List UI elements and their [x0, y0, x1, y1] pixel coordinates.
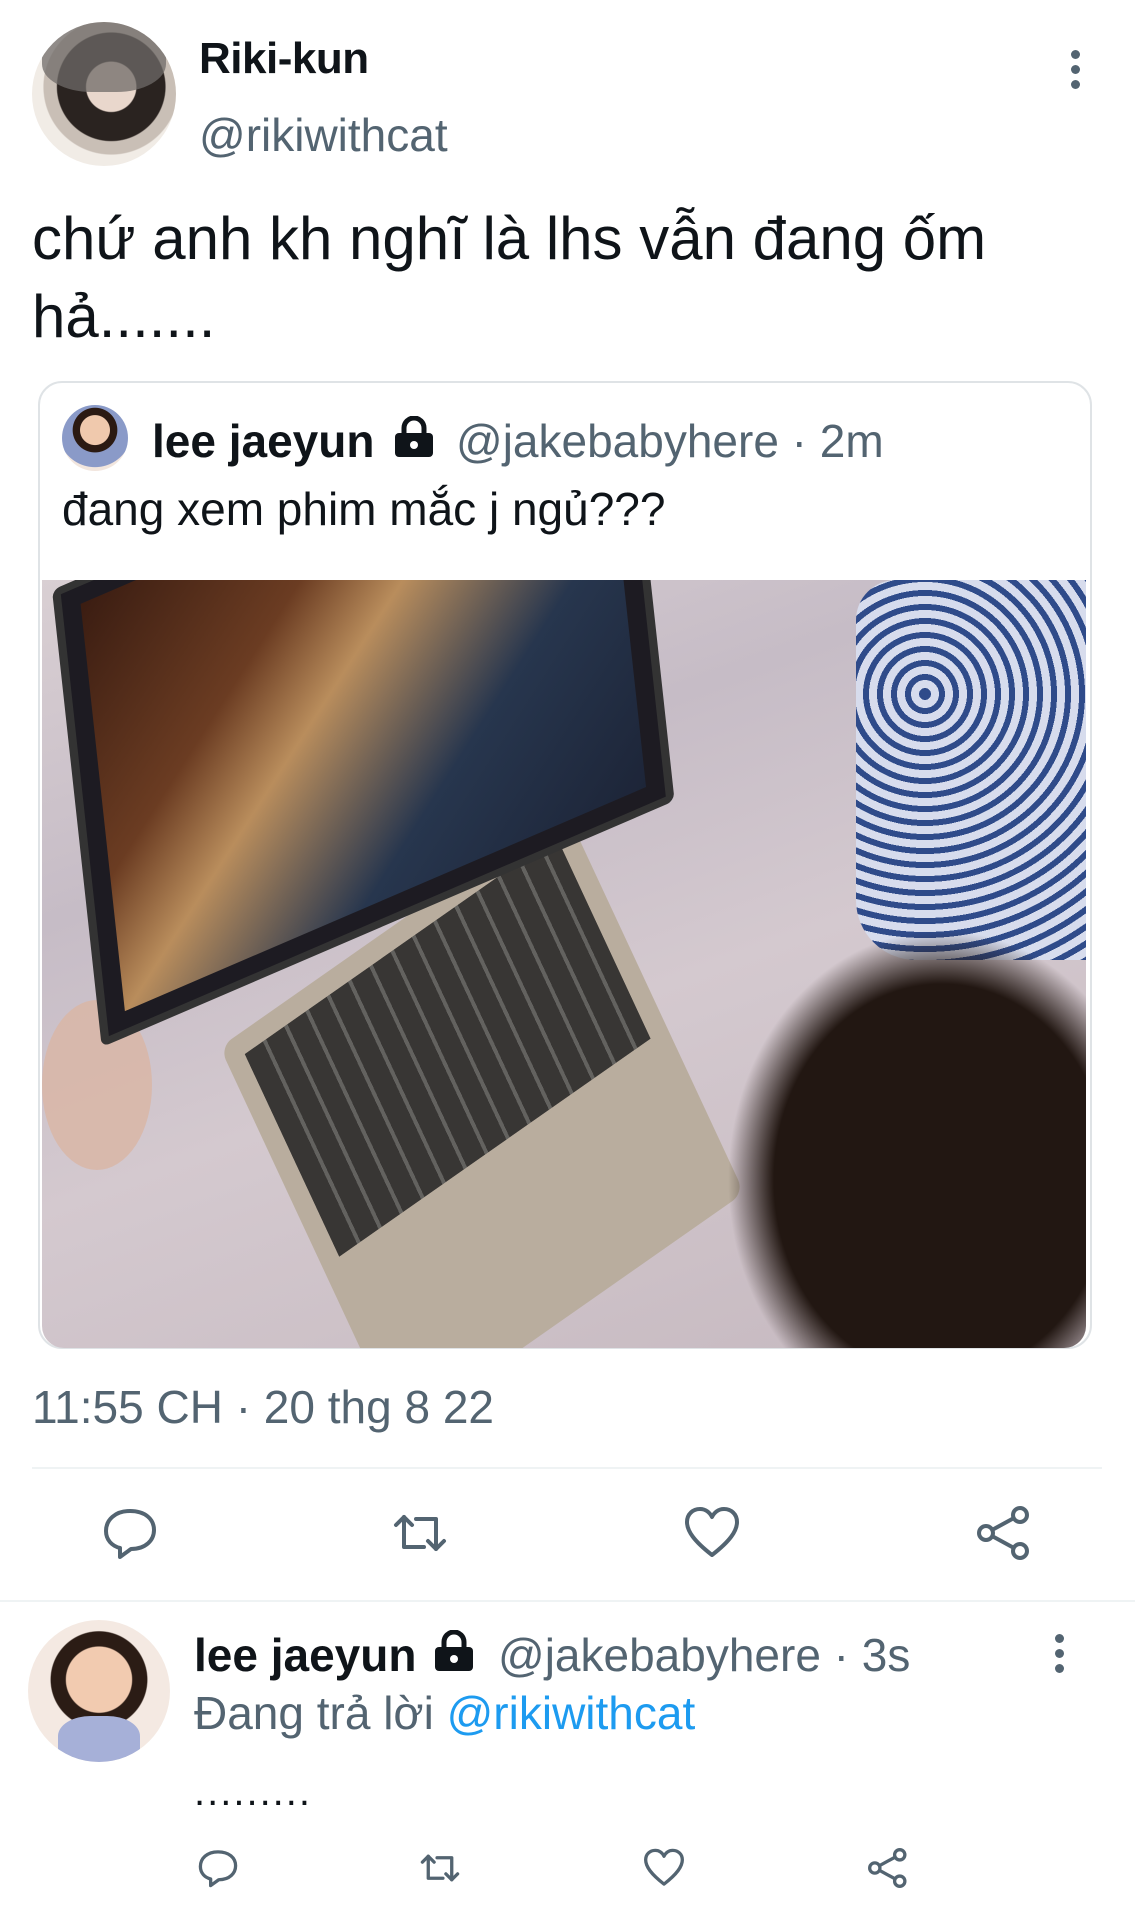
tweet-timestamp[interactable]: 11:55 CH · 20 thg 8 22	[32, 1380, 494, 1434]
tweet-text: chứ anh kh nghĩ là lhs vẫn đang ốm hả...…	[32, 205, 987, 350]
replying-to-line: Đang trả lời @rikiwithcat	[194, 1686, 695, 1740]
author-handle[interactable]: @rikiwithcat	[199, 108, 448, 162]
more-options-icon[interactable]	[1044, 1632, 1074, 1676]
like-icon[interactable]	[642, 1846, 686, 1890]
divider	[32, 1467, 1102, 1469]
reply-author-display-name[interactable]: lee jaeyun	[194, 1628, 416, 1682]
replying-to-mention[interactable]: @rikiwithcat	[447, 1687, 696, 1739]
like-icon[interactable]	[682, 1503, 742, 1563]
author-display-name[interactable]: Riki-kun	[199, 34, 369, 84]
quoted-tweet-photo[interactable]	[42, 580, 1086, 1348]
more-options-icon[interactable]	[1060, 48, 1090, 92]
quoted-author-avatar	[62, 405, 128, 471]
retweet-icon[interactable]	[390, 1503, 450, 1563]
reply-author-handle-time[interactable]: @jakebabyhere · 3s	[498, 1628, 910, 1682]
thread-divider	[0, 1600, 1135, 1602]
share-icon[interactable]	[974, 1503, 1034, 1563]
quoted-author-display-name: lee jaeyun	[152, 415, 375, 467]
retweet-icon[interactable]	[418, 1846, 462, 1890]
author-avatar[interactable]	[32, 22, 176, 166]
reply-author-avatar[interactable]	[28, 1620, 170, 1762]
share-icon[interactable]	[866, 1846, 910, 1890]
reply-text: .........	[194, 1770, 313, 1814]
reply-icon[interactable]	[100, 1503, 160, 1563]
quoted-author-handle-time: @jakebabyhere · 2m	[456, 415, 884, 467]
reply-icon[interactable]	[196, 1846, 240, 1890]
quoted-tweet-text: đang xem phim mắc j ngủ???	[62, 483, 666, 535]
replying-to-prefix: Đang trả lời	[194, 1687, 447, 1739]
